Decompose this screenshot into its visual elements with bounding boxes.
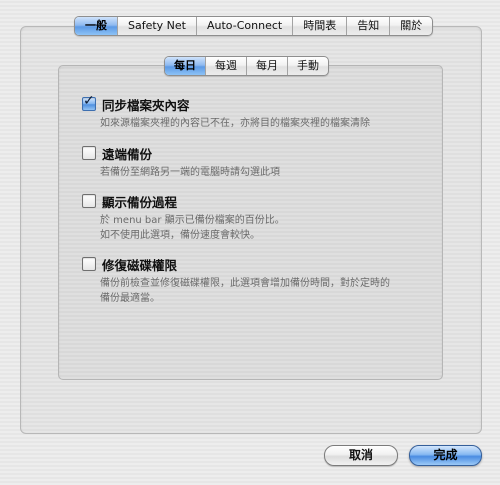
tab-daily[interactable]: 每日 — [165, 57, 205, 75]
remote-backup-checkbox[interactable] — [82, 146, 96, 160]
description-line: 於 menu bar 顯示已備份檔案的百份比。 — [100, 215, 285, 226]
show-progress-description: 於 menu bar 顯示已備份檔案的百份比。 如不使用此選項，備份速度會較快。 — [100, 213, 285, 243]
tab-weekly[interactable]: 每週 — [205, 57, 246, 75]
option-remote-backup: 遠端備份 若備份至網路另一端的電腦時請勾選此項 — [82, 145, 280, 180]
option-show-progress: 顯示備份過程 於 menu bar 顯示已備份檔案的百份比。 如不使用此選項，備… — [82, 193, 285, 243]
description-line: 如不使用此選項，備份速度會較快。 — [100, 230, 260, 241]
top-tab-bar: 一般 Safety Net Auto-Connect 時間表 告知 關於 — [74, 16, 434, 36]
show-progress-label[interactable]: 顯示備份過程 — [102, 192, 177, 211]
tab-auto-connect[interactable]: Auto-Connect — [196, 17, 292, 35]
option-repair-permissions: 修復磁碟權限 備份前檢查並修復磁碟權限，此選項會增加備份時間，對於定時的 備份最… — [82, 256, 390, 306]
show-progress-checkbox[interactable] — [82, 194, 96, 208]
sync-folder-label[interactable]: 同步檔案夾內容 — [102, 95, 190, 114]
tab-about[interactable]: 關於 — [389, 17, 432, 35]
checkmark-icon: ✓ — [83, 93, 95, 109]
sync-folder-description: 如來源檔案夾裡的內容已不在，亦將目的檔案夾裡的檔案清除 — [100, 116, 370, 131]
tab-safety-net[interactable]: Safety Net — [117, 17, 196, 35]
sync-folder-checkbox[interactable]: ✓ — [82, 93, 96, 111]
repair-permissions-description: 備份前檢查並修復磁碟權限，此選項會增加備份時間，對於定時的 備份最適當。 — [100, 276, 390, 306]
remote-backup-label[interactable]: 遠端備份 — [102, 144, 152, 163]
description-line: 若備份至網路另一端的電腦時請勾選此項 — [100, 167, 280, 178]
option-sync-folder: ✓ 同步檔案夾內容 如來源檔案夾裡的內容已不在，亦將目的檔案夾裡的檔案清除 — [82, 93, 370, 131]
tab-schedule[interactable]: 時間表 — [292, 17, 346, 35]
description-line: 如來源檔案夾裡的內容已不在，亦將目的檔案夾裡的檔案清除 — [100, 118, 370, 129]
remote-backup-description: 若備份至網路另一端的電腦時請勾選此項 — [100, 165, 280, 180]
frequency-tab-bar: 每日 每週 每月 手動 — [164, 56, 329, 76]
tab-notify[interactable]: 告知 — [346, 17, 389, 35]
cancel-button[interactable]: 取消 — [324, 445, 398, 466]
tab-general[interactable]: 一般 — [75, 17, 117, 35]
repair-permissions-checkbox[interactable] — [82, 257, 96, 271]
done-button[interactable]: 完成 — [409, 445, 482, 466]
repair-permissions-label[interactable]: 修復磁碟權限 — [102, 255, 177, 274]
tab-monthly[interactable]: 每月 — [246, 57, 287, 75]
description-line: 備份前檢查並修復磁碟權限，此選項會增加備份時間，對於定時的 — [100, 278, 390, 289]
tab-manual[interactable]: 手動 — [287, 57, 328, 75]
description-line: 備份最適當。 — [100, 293, 160, 304]
